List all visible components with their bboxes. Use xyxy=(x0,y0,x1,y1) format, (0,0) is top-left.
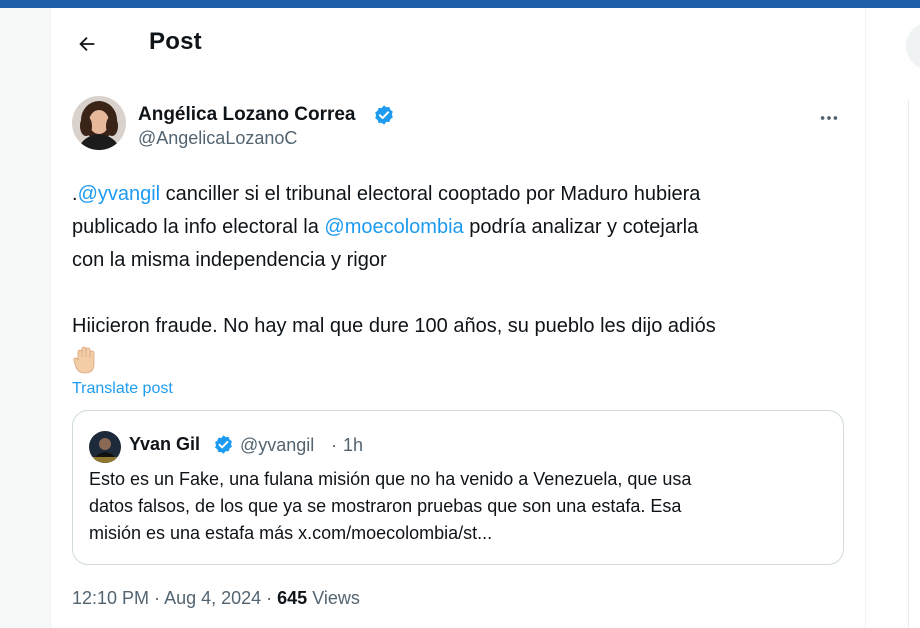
author-avatar[interactable] xyxy=(72,96,126,150)
mention-link[interactable]: @moecolombia xyxy=(324,216,463,238)
post-text-line: .@yvangil canciller si el tribunal elect… xyxy=(72,178,852,211)
quoted-separator: · xyxy=(331,435,337,455)
right-sidebar-divider xyxy=(908,100,909,628)
browser-top-bar xyxy=(0,0,920,8)
post-column: Post Angélica Lozano Correa @AngelicaLoz… xyxy=(50,8,866,628)
post-text-segment: canciller si el tribunal electoral coopt… xyxy=(160,183,701,205)
author-handle[interactable]: @AngelicaLozanoC xyxy=(138,128,297,149)
views-count: 645 xyxy=(277,588,308,608)
more-horizontal-icon xyxy=(820,116,838,120)
quoted-author-avatar[interactable] xyxy=(89,431,121,463)
post-text-line xyxy=(72,343,852,376)
post-text: .@yvangil canciller si el tribunal elect… xyxy=(72,178,852,376)
post-text-segment: podría analizar y cotejarla xyxy=(463,216,699,238)
quoted-post-text: Esto es un Fake, una fulana misión que n… xyxy=(89,466,829,547)
post-text-segment: publicado la info electoral la xyxy=(72,216,325,238)
author-name[interactable]: Angélica Lozano Correa xyxy=(138,104,356,126)
quoted-avatar-image xyxy=(89,431,121,463)
post-date[interactable]: Aug 4, 2024 xyxy=(164,588,261,608)
quoted-post-card[interactable]: Yvan Gil @yvangil · 1h Esto es un Fake, … xyxy=(72,410,844,565)
quoted-text-line: datos falsos, de los que ya se mostraron… xyxy=(89,496,682,516)
mention-link[interactable]: @yvangil xyxy=(78,183,161,205)
post-text-line: con la misma independencia y rigor xyxy=(72,249,387,271)
back-button[interactable] xyxy=(69,26,105,62)
author-avatar-image xyxy=(72,96,126,150)
post-text-line: Hiicieron fraude. No hay mal que dure 10… xyxy=(72,315,716,337)
quoted-author-name[interactable]: Yvan Gil xyxy=(129,434,200,455)
meta-separator: · xyxy=(149,588,165,608)
translate-post-link[interactable]: Translate post xyxy=(72,380,173,398)
right-sidebar xyxy=(866,8,920,628)
post-metadata: 12:10 PM · Aug 4, 2024 · 645 Views xyxy=(72,588,360,609)
quoted-author-handle[interactable]: @yvangil xyxy=(240,435,314,456)
page-title: Post xyxy=(149,28,202,55)
raised-hand-emoji-icon xyxy=(73,346,95,374)
arrow-left-icon xyxy=(79,36,95,52)
quoted-timestamp[interactable]: 1h xyxy=(343,435,363,456)
verified-badge-icon xyxy=(215,435,232,454)
post-text-line: publicado la info electoral la @moecolom… xyxy=(72,211,852,244)
meta-separator: · xyxy=(261,588,278,608)
paragraph-break xyxy=(72,277,852,310)
quoted-text-line: Esto es un Fake, una fulana misión que n… xyxy=(89,469,692,489)
post-time[interactable]: 12:10 PM xyxy=(72,588,149,608)
quoted-text-line: misión es una estafa más x.com/moecolomb… xyxy=(89,523,493,543)
views-label: Views xyxy=(307,588,360,608)
post-header: Post xyxy=(51,8,865,78)
more-options-button[interactable] xyxy=(811,100,847,136)
verified-badge-icon xyxy=(375,105,393,125)
